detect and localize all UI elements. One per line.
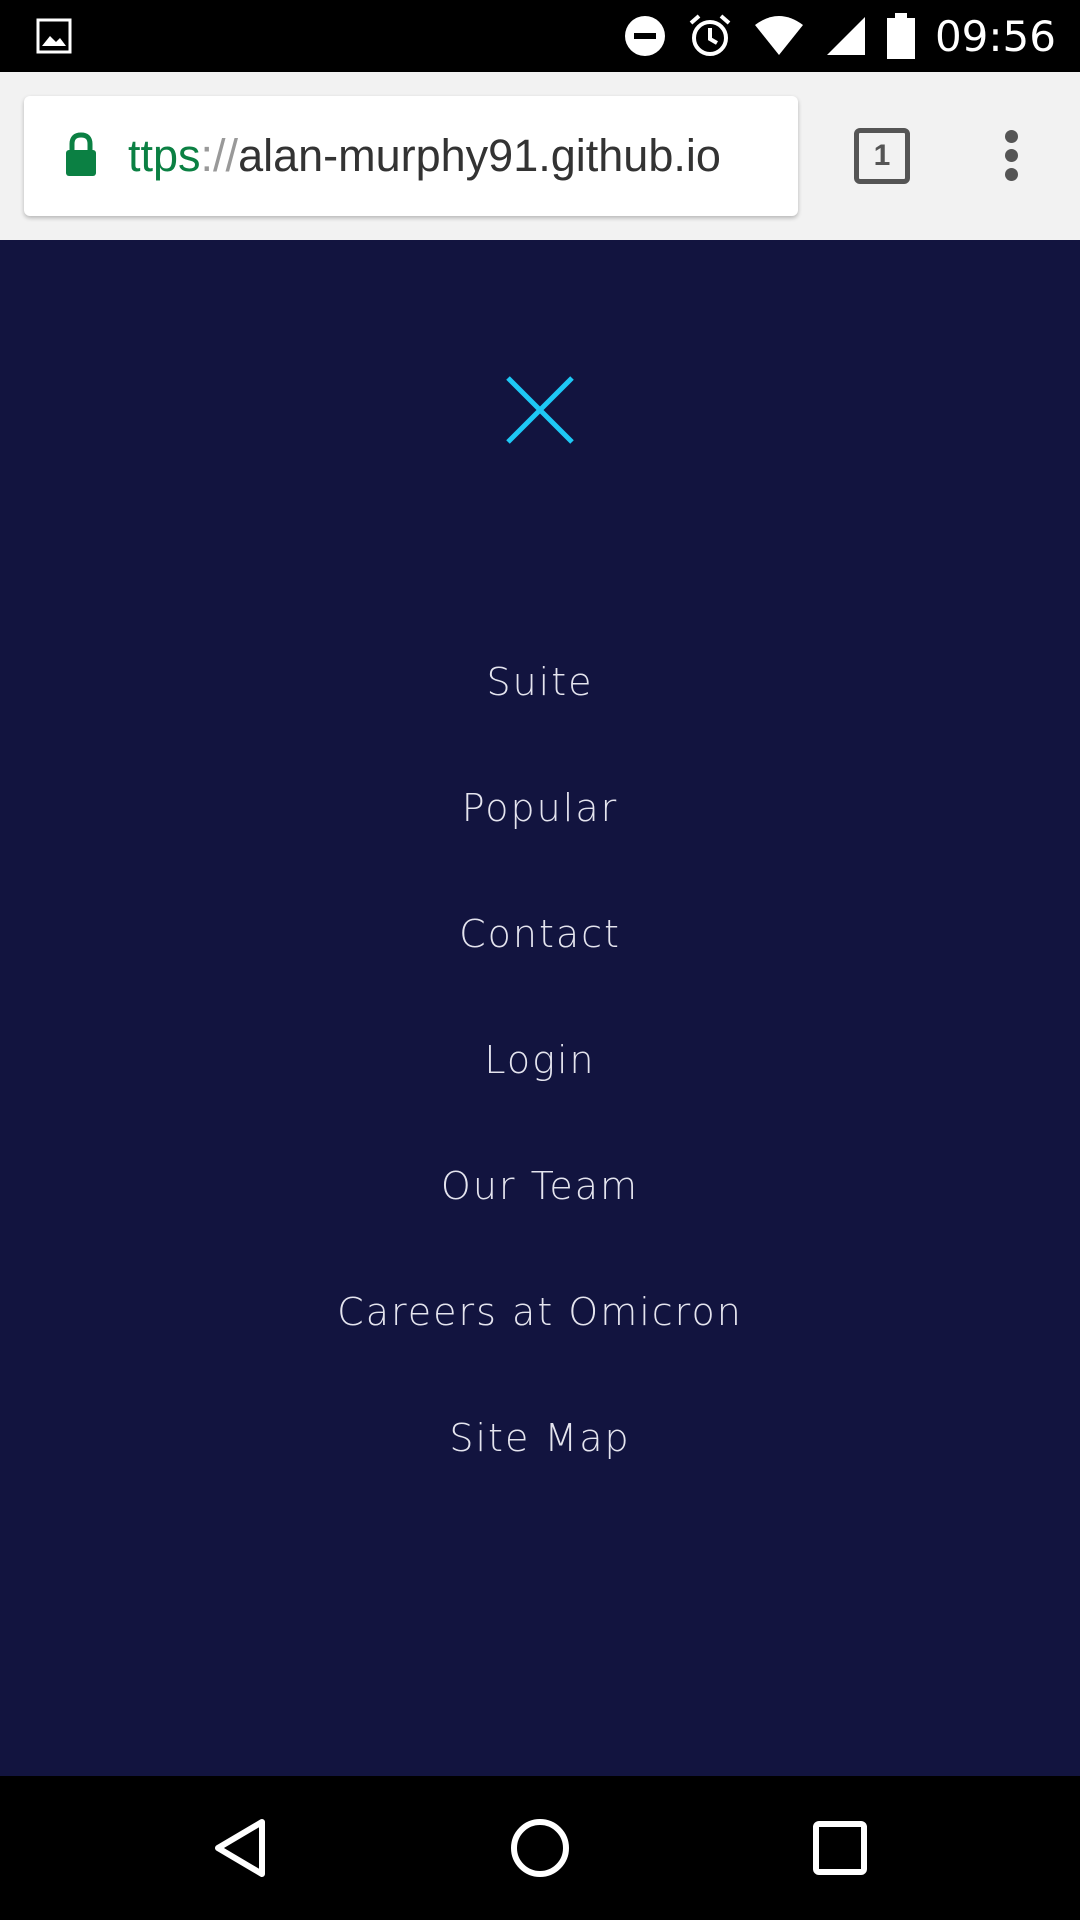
- url-text[interactable]: ttps://alan-murphy91.github.io: [128, 96, 721, 216]
- url-separator: ://: [200, 130, 239, 181]
- wifi-icon: [754, 16, 803, 55]
- nav-link-careers[interactable]: Careers at Omicron: [337, 1260, 743, 1364]
- overflow-menu-icon[interactable]: [996, 130, 1026, 186]
- status-time: 09:56: [934, 11, 1056, 61]
- nav-item-our-team: Our Team: [0, 1134, 1080, 1260]
- alarm-icon: [689, 14, 731, 56]
- lock-icon: [66, 132, 96, 176]
- back-icon[interactable]: [206, 1812, 278, 1884]
- tab-switcher-button[interactable]: 1: [854, 128, 910, 184]
- nav-link-contact[interactable]: Contact: [459, 882, 621, 986]
- cell-signal-icon: [826, 17, 865, 55]
- tab-count: 1: [873, 139, 891, 172]
- nav-link-login[interactable]: Login: [484, 1008, 595, 1112]
- nav-link-suite[interactable]: Suite: [486, 630, 593, 734]
- battery-icon: [886, 13, 915, 59]
- address-bar[interactable]: ttps://alan-murphy91.github.io: [24, 96, 798, 216]
- system-navigation-bar: [0, 1776, 1080, 1920]
- image-notification-icon: [36, 18, 72, 54]
- nav-item-popular: Popular: [0, 756, 1080, 882]
- close-icon[interactable]: [500, 370, 580, 450]
- nav-link-our-team[interactable]: Our Team: [441, 1134, 639, 1238]
- url-scheme: ttps: [128, 130, 201, 181]
- do-not-disturb-icon: [624, 16, 665, 56]
- status-bar: 09:56: [0, 0, 1080, 72]
- nav-item-careers: Careers at Omicron: [0, 1260, 1080, 1386]
- nav-item-login: Login: [0, 1008, 1080, 1134]
- nav-item-site-map: Site Map: [0, 1386, 1080, 1512]
- mobile-nav-overlay: Suite Popular Contact Login Our Team Car…: [0, 240, 1080, 1776]
- browser-toolbar: ttps://alan-murphy91.github.io 1: [0, 72, 1080, 240]
- nav-menu: Suite Popular Contact Login Our Team Car…: [0, 630, 1080, 1512]
- nav-link-popular[interactable]: Popular: [462, 756, 618, 860]
- nav-item-suite: Suite: [0, 630, 1080, 756]
- url-host: alan-murphy91.github.io: [238, 130, 721, 181]
- recents-icon[interactable]: [804, 1812, 876, 1884]
- nav-link-site-map[interactable]: Site Map: [449, 1386, 630, 1490]
- home-icon[interactable]: [504, 1812, 576, 1884]
- nav-item-contact: Contact: [0, 882, 1080, 1008]
